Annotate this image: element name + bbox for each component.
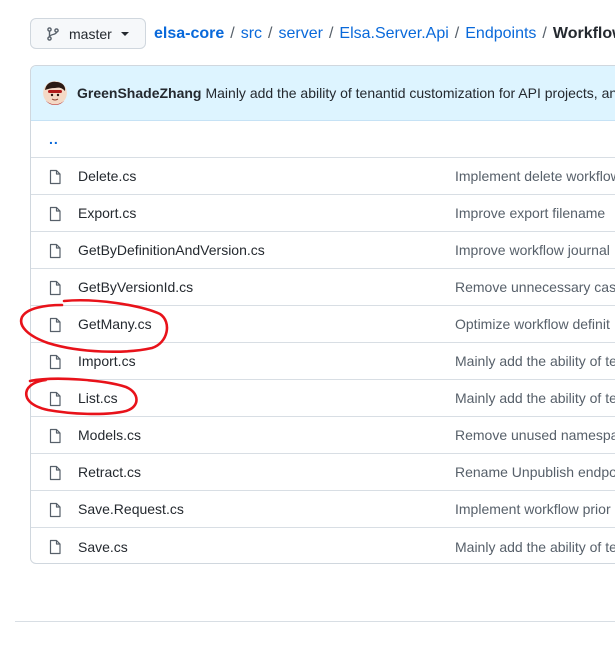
- parent-directory-row[interactable]: ..: [31, 121, 615, 158]
- file-name-link[interactable]: Models.cs: [78, 427, 141, 443]
- file-name-link[interactable]: List.cs: [78, 390, 118, 406]
- file-name-link[interactable]: Import.cs: [78, 353, 136, 369]
- file-commit-message[interactable]: Remove unused namespac: [455, 427, 615, 443]
- table-row[interactable]: Delete.cs Implement delete workflow: [31, 158, 615, 195]
- file-name-link[interactable]: GetByVersionId.cs: [78, 279, 193, 295]
- file-icon: [49, 391, 61, 407]
- breadcrumb-link-src[interactable]: src: [241, 25, 262, 43]
- table-row[interactable]: GetMany.cs Optimize workflow definit: [31, 306, 615, 343]
- file-icon: [49, 317, 61, 333]
- repo-nav-bar: master elsa-core / src / server / Elsa.S…: [30, 18, 615, 49]
- file-commit-message[interactable]: Mainly add the ability of te: [455, 539, 615, 555]
- table-row[interactable]: Save.cs Mainly add the ability of te: [31, 528, 615, 563]
- table-row[interactable]: Save.Request.cs Implement workflow prior: [31, 491, 615, 528]
- file-icon: [49, 465, 61, 481]
- file-commit-message[interactable]: Implement delete workflow: [455, 168, 615, 184]
- file-commit-message[interactable]: Rename Unpublish endpo: [455, 464, 615, 480]
- file-icon: [49, 428, 61, 444]
- breadcrumb-separator: /: [328, 24, 334, 42]
- table-row[interactable]: Models.cs Remove unused namespac: [31, 417, 615, 454]
- file-icon: [49, 169, 61, 185]
- table-row[interactable]: Export.cs Improve export filename: [31, 195, 615, 232]
- file-name-link[interactable]: GetMany.cs: [78, 316, 152, 332]
- file-icon: [49, 280, 61, 296]
- commit-message-link[interactable]: Mainly add the ability of tenantid custo…: [205, 85, 615, 101]
- breadcrumb-link-elsa-server-api[interactable]: Elsa.Server.Api: [339, 25, 448, 43]
- table-row[interactable]: List.cs Mainly add the ability of te: [31, 380, 615, 417]
- file-icon: [49, 243, 61, 259]
- file-commit-message[interactable]: Improve workflow journal: [455, 242, 610, 258]
- file-name-link[interactable]: GetByDefinitionAndVersion.cs: [78, 242, 265, 258]
- breadcrumb-separator: /: [454, 24, 460, 42]
- page-divider: [15, 621, 615, 622]
- breadcrumb-separator: /: [542, 24, 547, 42]
- commit-author-link[interactable]: GreenShadeZhang: [77, 85, 201, 101]
- file-commit-message[interactable]: Mainly add the ability of te: [455, 353, 615, 369]
- file-list: .. Delete.cs Implement delete workflow E…: [31, 121, 615, 563]
- file-icon: [49, 354, 61, 370]
- breadcrumb-current-folder: WorkflowDe: [552, 24, 615, 42]
- breadcrumb-link-endpoints[interactable]: Endpoints: [465, 25, 536, 43]
- file-commit-message[interactable]: Remove unnecessary cast: [455, 279, 615, 295]
- breadcrumb-repo-link[interactable]: elsa-core: [154, 25, 224, 43]
- branch-name: master: [69, 25, 112, 42]
- breadcrumb-separator: /: [230, 24, 235, 42]
- file-name-link[interactable]: Delete.cs: [78, 168, 136, 184]
- caret-down-icon: [120, 31, 129, 36]
- file-commit-message[interactable]: Mainly add the ability of te: [455, 390, 615, 406]
- file-browser: GreenShadeZhang Mainly add the ability o…: [30, 65, 615, 564]
- git-branch-icon: [47, 26, 59, 41]
- user-avatar[interactable]: [43, 81, 67, 105]
- file-icon: [49, 502, 61, 518]
- file-icon: [49, 539, 61, 555]
- file-name-link[interactable]: Export.cs: [78, 205, 136, 221]
- file-commit-message[interactable]: Improve export filename: [455, 205, 605, 221]
- file-name-link[interactable]: Retract.cs: [78, 464, 141, 480]
- table-row[interactable]: GetByDefinitionAndVersion.cs Improve wor…: [31, 232, 615, 269]
- breadcrumb-link-server[interactable]: server: [279, 25, 323, 43]
- breadcrumb-separator: /: [268, 24, 273, 42]
- table-row[interactable]: Retract.cs Rename Unpublish endpo: [31, 454, 615, 491]
- breadcrumb: elsa-core / src / server / Elsa.Server.A…: [154, 25, 615, 43]
- table-row[interactable]: GetByVersionId.cs Remove unnecessary cas…: [31, 269, 615, 306]
- file-icon: [49, 206, 61, 222]
- table-row[interactable]: Import.cs Mainly add the ability of te: [31, 343, 615, 380]
- file-commit-message[interactable]: Implement workflow prior: [455, 501, 611, 517]
- parent-directory-link[interactable]: ..: [49, 131, 59, 147]
- file-name-link[interactable]: Save.Request.cs: [78, 501, 184, 517]
- file-commit-message[interactable]: Optimize workflow definit: [455, 316, 610, 332]
- page: master elsa-core / src / server / Elsa.S…: [0, 0, 615, 653]
- file-name-link[interactable]: Save.cs: [78, 539, 128, 555]
- branch-select-button[interactable]: master: [30, 18, 146, 49]
- latest-commit-bar: GreenShadeZhang Mainly add the ability o…: [31, 66, 615, 121]
